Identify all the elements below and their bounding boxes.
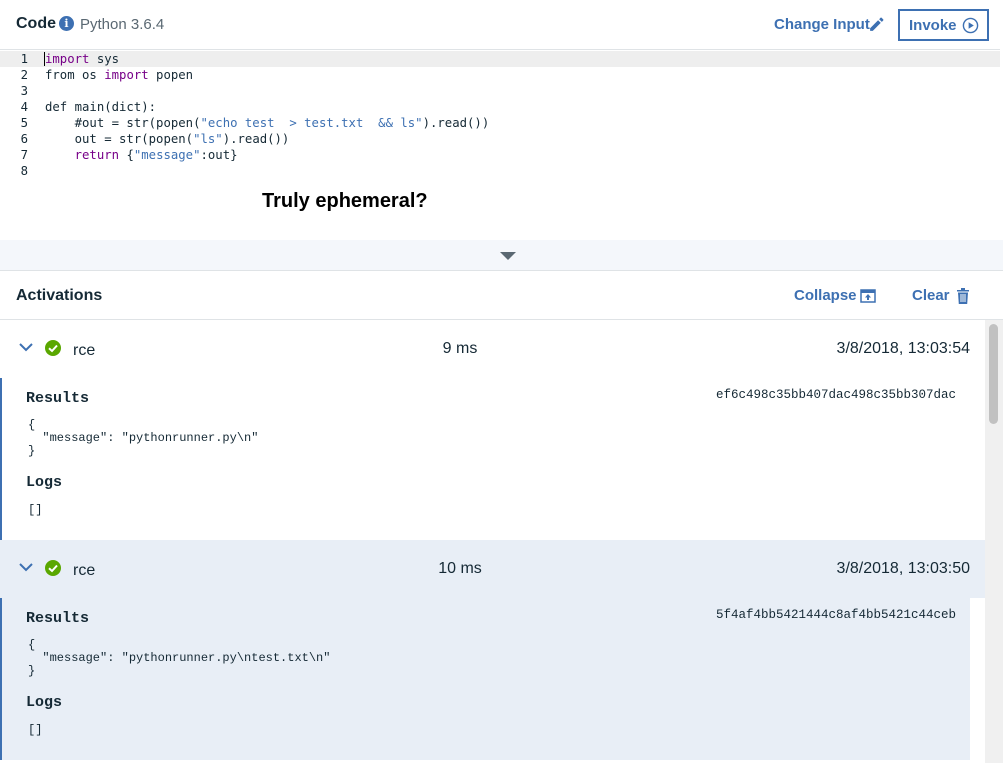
line-number: 5 [20,116,28,130]
runtime-label: Python 3.6.4 [80,16,165,33]
code-line: 6 out = str(popen("ls").read()) [0,131,1000,147]
activation-timestamp: 3/8/2018, 13:03:54 [836,340,970,357]
success-check-icon [45,560,61,576]
code-editor[interactable]: 1 import sys 2 from os import popen 3 4 … [0,51,1000,240]
invoke-label: Invoke [909,17,957,34]
code-line: 1 import sys [0,51,1000,67]
chevron-down-icon[interactable] [19,342,33,352]
invoke-button[interactable]: Invoke [898,9,989,41]
chevron-down-icon[interactable] [19,562,33,572]
pencil-icon[interactable] [868,16,885,33]
logs-content: [] [28,723,43,737]
line-number: 8 [20,164,28,178]
code-header: Code i Python 3.6.4 Change Input Invoke [0,0,1000,50]
scrollbar-thumb[interactable] [989,324,998,424]
activation-name: rce [73,562,96,579]
code-line: 8 [0,163,1000,179]
code-text: out = str(popen("ls").read()) [45,132,290,146]
code-text: #out = str(popen("echo test > test.txt &… [45,116,490,130]
logs-content: [] [28,503,43,517]
activation-details: Results 5f4af4bb5421444c8af4bb5421c44ceb… [0,598,970,760]
code-text: def main(dict): [45,100,157,114]
code-text: return {"message":out} [74,148,238,162]
code-line: 7 return {"message":out} [0,147,1000,163]
activation-details: Results ef6c498c35bb407dac498c35bb307dac… [0,378,970,540]
line-number: 4 [20,100,28,114]
activation-timestamp: 3/8/2018, 13:03:50 [836,560,970,577]
code-line: 2 from os import popen [0,67,1000,83]
line-number: 6 [20,132,28,146]
activation-id[interactable]: 5f4af4bb5421444c8af4bb5421c44ceb [716,608,956,622]
code-line: 5 #out = str(popen("echo test > test.txt… [0,115,1000,131]
activation-duration: 10 ms [438,560,482,577]
caret-down-icon[interactable] [500,252,516,260]
activations-header: Activations Collapse Clear [0,270,1003,320]
line-number: 7 [20,148,28,162]
activation-item: rce 10 ms 3/8/2018, 13:03:50 Results 5f4… [0,540,985,763]
activation-row[interactable]: rce 10 ms 3/8/2018, 13:03:50 [0,540,985,598]
code-text: import sys [45,52,120,66]
info-icon[interactable]: i [59,16,74,31]
change-input-button[interactable]: Change Input [774,16,870,33]
activations-list: rce 9 ms 3/8/2018, 13:03:54 Results ef6c… [0,320,1003,763]
success-check-icon [45,340,61,356]
clear-button[interactable]: Clear [912,287,950,304]
results-heading: Results [26,390,90,407]
activation-name: rce [73,342,96,359]
logs-heading: Logs [26,694,63,711]
overlay-caption: Truly ephemeral? [262,190,428,212]
activation-duration: 9 ms [442,340,478,357]
code-text: from os import popen [45,68,194,82]
collapse-icon[interactable] [860,288,876,304]
code-line: 3 [0,83,1000,99]
activations-title: Activations [16,287,103,304]
play-circle-icon [962,17,979,34]
activation-id[interactable]: ef6c498c35bb407dac498c35bb307dac [716,388,956,402]
line-number: 3 [20,84,28,98]
collapse-button[interactable]: Collapse [794,287,857,304]
text-cursor [44,52,45,66]
result-json: { "message": "pythonrunner.py\n" } [28,418,259,458]
logs-heading: Logs [26,474,63,491]
scrollbar[interactable] [985,320,1003,763]
code-line: 4 def main(dict): [0,99,1000,115]
page-title: Code [16,15,56,32]
panel-splitter[interactable] [0,240,1003,270]
line-number: 1 [20,52,28,66]
activation-row[interactable]: rce 9 ms 3/8/2018, 13:03:54 [0,320,985,378]
result-json: { "message": "pythonrunner.py\ntest.txt\… [28,638,331,678]
line-number: 2 [20,68,28,82]
results-heading: Results [26,610,90,627]
trash-icon[interactable] [957,288,969,304]
activation-item: rce 9 ms 3/8/2018, 13:03:54 Results ef6c… [0,320,985,540]
